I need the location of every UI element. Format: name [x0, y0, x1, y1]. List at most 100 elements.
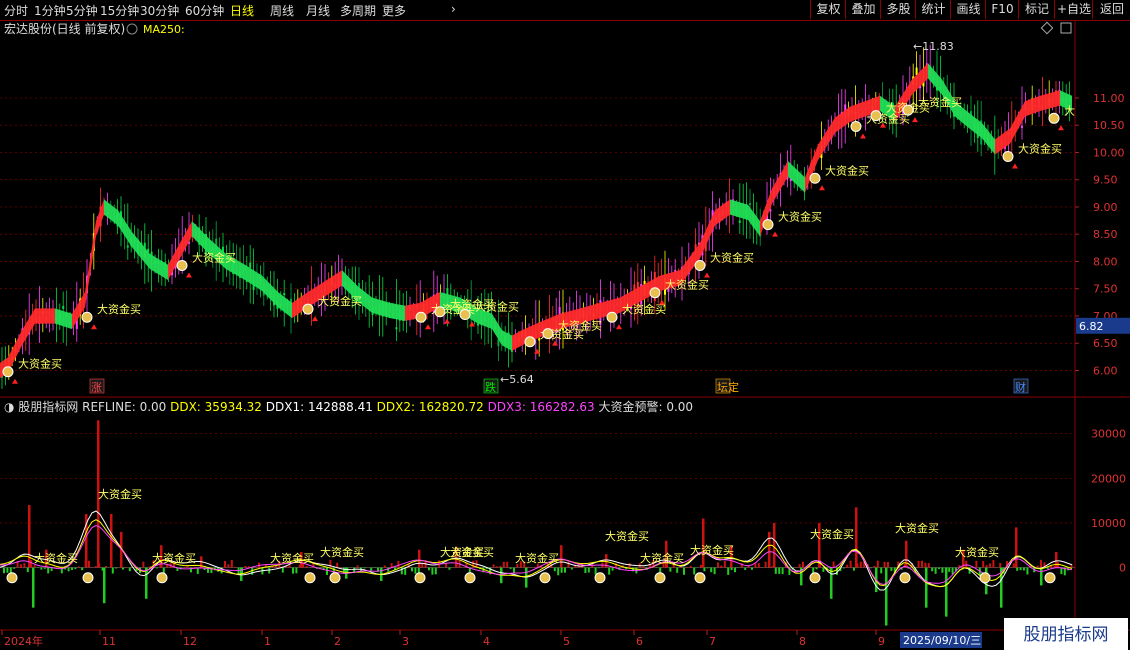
- ddx-bar: [774, 567, 777, 574]
- period-tab-0[interactable]: 分时: [4, 2, 28, 19]
- date-label: 7: [709, 635, 716, 648]
- ddx-bar: [428, 567, 430, 571]
- ddx-bar: [414, 567, 417, 574]
- toolbar-button-1[interactable]: 叠加: [845, 0, 881, 19]
- candle-body: [915, 67, 918, 76]
- money-bag-icon: [762, 219, 774, 231]
- money-bag-icon: [654, 572, 666, 584]
- ribbon-segment: [995, 128, 1010, 155]
- ddx-bar: [870, 567, 872, 569]
- ddx-bar: [686, 566, 689, 568]
- ddx-bar: [885, 567, 888, 626]
- money-bag-icon: [606, 311, 618, 323]
- buy-signal-label: 大资金买: [192, 250, 236, 264]
- ddx-bar: [773, 522, 776, 568]
- ddx-bar: [247, 566, 250, 568]
- toolbar-button-4[interactable]: 画线: [950, 0, 986, 19]
- toolbar-button-2[interactable]: 多股: [880, 0, 916, 19]
- ddx-bar: [383, 565, 386, 568]
- ddx-bar: [642, 566, 645, 568]
- ddx-bar: [927, 563, 930, 568]
- sub-tick-label: 10000: [1091, 517, 1126, 530]
- ribbon-segment: [390, 302, 405, 321]
- date-label: 3: [402, 635, 409, 648]
- period-tab-7[interactable]: 周线: [270, 2, 294, 19]
- money-bag-icon: [979, 572, 991, 584]
- ddx-bar: [754, 563, 757, 568]
- ddx-bar: [88, 560, 90, 568]
- ddx-bar: [985, 565, 988, 568]
- money-bag-icon: [694, 259, 706, 271]
- toolbar-button-3[interactable]: 统计: [915, 0, 951, 19]
- ddx-bar: [598, 567, 600, 569]
- ddx-bar: [6, 567, 9, 573]
- money-bag-icon: [329, 572, 341, 584]
- period-tab-2[interactable]: 5分钟: [66, 2, 98, 19]
- period-tab-1[interactable]: 1分钟: [34, 2, 66, 19]
- ddx-bar: [876, 560, 879, 568]
- ddx-bar: [798, 564, 801, 568]
- ddx-bar: [931, 567, 934, 572]
- ddx-bar: [1016, 567, 1019, 571]
- ddx-bar: [730, 567, 733, 571]
- ddx-bar: [925, 567, 928, 608]
- period-tab-6[interactable]: 日线: [230, 2, 254, 19]
- money-bag-icon: [539, 572, 551, 584]
- ddx-bar: [145, 567, 148, 599]
- candle-body: [62, 305, 65, 309]
- sub-tick-label: 0: [1119, 562, 1126, 575]
- ddx-bar: [747, 566, 750, 568]
- period-tab-10[interactable]: 更多: [382, 2, 406, 19]
- up-arrow-icon: [552, 340, 558, 346]
- period-tab-3[interactable]: 15分钟: [100, 2, 139, 19]
- up-arrow-icon: [704, 272, 710, 278]
- toolbar-button-6[interactable]: 标记: [1018, 0, 1055, 19]
- ddx-bar: [965, 560, 968, 568]
- sub-header-item: DDX: 35934.32: [170, 400, 266, 414]
- ddx-bar: [128, 567, 131, 572]
- ddx-bar: [244, 565, 247, 568]
- period-tab-9[interactable]: 多周期: [340, 2, 376, 19]
- ribbon-segment: [818, 117, 835, 161]
- period-tab-5[interactable]: 60分钟: [185, 2, 224, 19]
- ribbon-segment: [168, 242, 180, 280]
- low-annotation: ←5.64: [500, 373, 534, 386]
- up-arrow-icon: [1058, 125, 1064, 131]
- toolbar-button-5[interactable]: F10: [985, 0, 1019, 19]
- money-bag-icon: [902, 104, 914, 116]
- buy-signal-label: 大资金买: [318, 294, 362, 308]
- ddx-bar: [43, 567, 46, 569]
- price-tick-label: 9.50: [1093, 174, 1118, 187]
- ddx-bar: [855, 507, 858, 568]
- ddx-bar: [1012, 563, 1015, 568]
- toolbar-button-0[interactable]: 复权: [810, 0, 846, 19]
- ribbon-segment: [968, 112, 982, 139]
- sub-signal-label: 大资金买: [515, 551, 559, 565]
- ddx-bar: [757, 563, 760, 568]
- diamond-icon: [1040, 21, 1054, 35]
- buy-signal-label: 大资金买: [97, 302, 141, 316]
- ddx-bar: [992, 559, 995, 568]
- ddx-bar: [822, 567, 825, 572]
- date-label: 6: [636, 635, 643, 648]
- ddx-bar: [288, 565, 291, 568]
- ddx-bar: [356, 565, 359, 568]
- sub-signal-label: 大资金买: [810, 527, 854, 541]
- ribbon-segment: [262, 275, 278, 308]
- ddx-bar: [849, 560, 852, 568]
- ddx-bar: [689, 565, 692, 568]
- ddx-bar: [305, 566, 308, 568]
- ddx-bar: [326, 567, 328, 576]
- ddx-bar: [397, 560, 400, 568]
- toolbar-button-7[interactable]: +自选: [1054, 0, 1093, 19]
- period-tab-8[interactable]: 月线: [306, 2, 330, 19]
- ddx-bar: [1023, 567, 1025, 571]
- ddx-bar: [1040, 567, 1043, 586]
- period-tab-4[interactable]: 30分钟: [140, 2, 179, 19]
- main-title: 宏达股份(日线 前复权): [4, 21, 125, 36]
- chevron-right-icon[interactable]: ›: [451, 2, 456, 16]
- price-tick-label: 11.00: [1093, 92, 1125, 105]
- ddx-bar: [1046, 567, 1049, 569]
- toolbar-button-8[interactable]: 返回: [1092, 0, 1130, 19]
- ddx-bar: [706, 567, 709, 569]
